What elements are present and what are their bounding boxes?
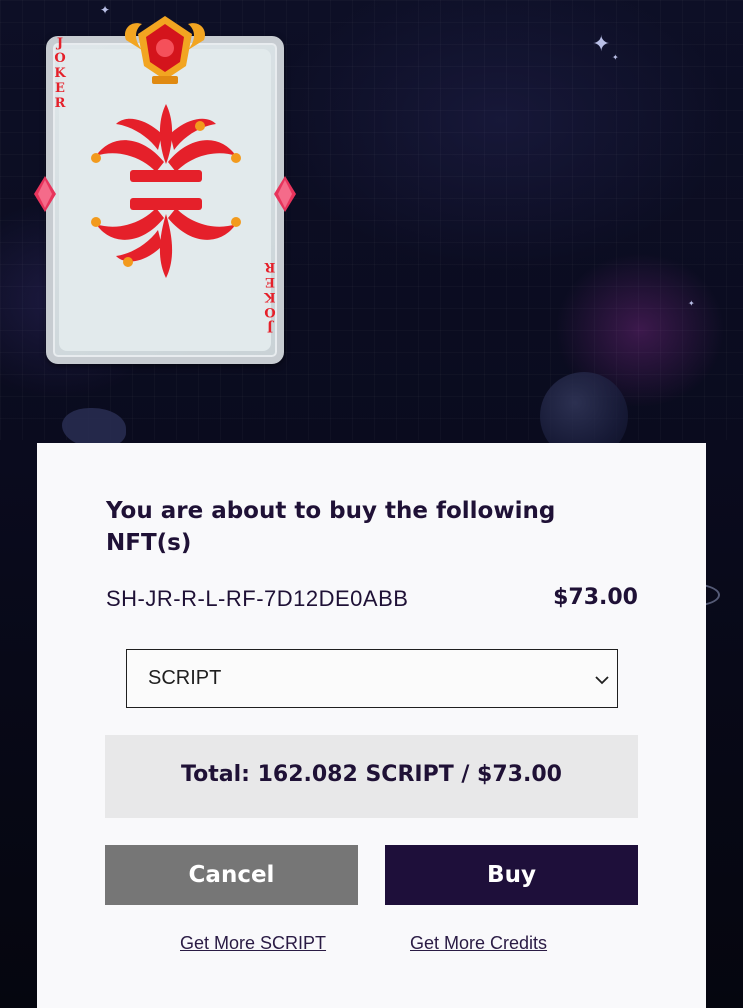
asteroid-decoration bbox=[62, 408, 126, 448]
card-label-top: JOKER bbox=[54, 36, 66, 111]
nft-id: SH-JR-R-L-RF-7D12DE0ABB bbox=[106, 586, 409, 611]
rank-emblem-icon bbox=[124, 16, 206, 84]
total-box: Total: 162.082 SCRIPT / $73.00 bbox=[105, 735, 638, 818]
star-icon: ✦ bbox=[612, 53, 619, 62]
nft-price: $73.00 bbox=[553, 585, 638, 610]
currency-select-value: SCRIPT bbox=[148, 667, 222, 689]
modal-title: You are about to buy the following NFT(s… bbox=[106, 498, 556, 556]
star-icon: ✦ bbox=[592, 32, 611, 57]
chevron-down-icon bbox=[595, 676, 609, 685]
currency-select[interactable]: SCRIPT bbox=[126, 649, 618, 708]
get-more-script-link[interactable]: Get More SCRIPT bbox=[180, 933, 326, 954]
nft-card-image: JOKER JOKER bbox=[34, 10, 296, 364]
jester-hat-icon bbox=[91, 104, 241, 278]
gem-icon bbox=[34, 176, 56, 212]
gem-icon bbox=[274, 176, 296, 212]
get-more-credits-link[interactable]: Get More Credits bbox=[410, 933, 547, 954]
buy-button[interactable]: Buy bbox=[385, 845, 638, 905]
total-text: Total: 162.082 SCRIPT / $73.00 bbox=[181, 762, 562, 787]
card-label-bottom: JOKER bbox=[264, 259, 276, 334]
purchase-modal: You are about to buy the following NFT(s… bbox=[37, 443, 706, 1008]
star-icon: ✦ bbox=[688, 299, 695, 308]
cancel-button[interactable]: Cancel bbox=[105, 845, 358, 905]
